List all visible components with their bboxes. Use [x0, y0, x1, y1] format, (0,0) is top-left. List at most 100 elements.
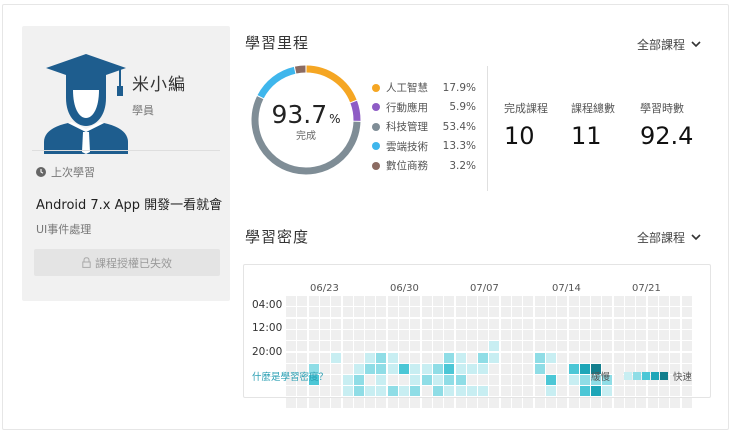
heatmap-cell: [342, 375, 353, 386]
heatmap-cell: [342, 352, 353, 363]
heatmap-cell: [613, 386, 624, 397]
heatmap-cell: [410, 318, 421, 329]
heatmap-cell: [579, 341, 590, 352]
heatmap-cell: [297, 329, 308, 340]
heatmap-cell: [658, 307, 669, 318]
heatmap-cell: [647, 397, 658, 408]
heatmap-cell: [512, 352, 522, 363]
heatmap-cell: [512, 341, 522, 352]
chevron-down-icon: [691, 234, 701, 241]
heatmap-cell: [523, 397, 534, 408]
user-name: 米小編: [132, 75, 186, 95]
license-expired-label: 課程授權已失效: [95, 256, 172, 270]
heatmap-cell: [444, 307, 455, 318]
heatmap-cell: [602, 341, 613, 352]
heatmap-cell: [444, 375, 455, 386]
heatmap-cell: [455, 296, 466, 306]
heatmap-cell: [466, 397, 477, 408]
legend-name: 數位商務: [386, 160, 428, 173]
time-label: 12:00: [252, 322, 283, 334]
heatmap-cell: [331, 341, 342, 352]
heatmap-cell: [376, 341, 387, 352]
heatmap-cell: [625, 397, 635, 408]
heatmap-cell: [489, 363, 500, 374]
heatmap-cell: [512, 375, 522, 386]
heatmap-cell: [421, 352, 432, 363]
license-expired-button[interactable]: 課程授權已失效: [34, 249, 220, 276]
heatmap-cell: [557, 352, 568, 363]
heatmap-cell: [399, 386, 409, 397]
heatmap-cell: [625, 341, 635, 352]
heatmap-cell: [681, 318, 692, 329]
milestone-filter-dropdown[interactable]: 全部課程: [637, 36, 701, 53]
heatmap-cell: [591, 329, 602, 340]
heatmap-cell: [387, 341, 398, 352]
heatmap-cell: [557, 329, 568, 340]
heatmap-cell: [342, 307, 353, 318]
heatmap-cell: [613, 341, 624, 352]
milestone-filter-label: 全部課程: [637, 38, 686, 52]
stat-total: 課程總數 11: [571, 100, 615, 150]
heatmap-cell: [466, 352, 477, 363]
heatmap-cell: [591, 341, 602, 352]
donut-slice: [294, 65, 306, 74]
heatmap-cell: [444, 386, 455, 397]
stat-completed-label: 完成課程: [504, 102, 548, 115]
heatmap-cell: [466, 296, 477, 306]
density-filter-dropdown[interactable]: 全部課程: [637, 229, 701, 246]
heatmap-cell: [681, 296, 692, 306]
heatmap-cell: [365, 318, 376, 329]
heatmap-cell: [681, 352, 692, 363]
heatmap-cell: [557, 375, 568, 386]
heatmap-cell: [421, 341, 432, 352]
heatmap-cell: [489, 397, 500, 408]
heatmap-cell: [387, 307, 398, 318]
card-divider: [32, 150, 220, 151]
heatmap-cell: [376, 318, 387, 329]
heatmap-cell: [500, 375, 511, 386]
heatmap-cell: [478, 296, 489, 306]
density-help-link[interactable]: 什麼是學習密度？: [252, 369, 328, 383]
legend-item: 科技管理 53.4%: [372, 117, 476, 137]
heatmap-cell: [432, 363, 443, 374]
heatmap-cell: [579, 397, 590, 408]
heatmap-cell: [568, 296, 579, 306]
heatmap-cell: [557, 397, 568, 408]
heatmap-cell: [670, 341, 681, 352]
heatmap-cell: [500, 307, 511, 318]
heatmap-cell: [568, 341, 579, 352]
heatmap-cell: [568, 375, 579, 386]
time-label: 04:00: [252, 299, 283, 311]
heatmap-cell: [534, 296, 545, 306]
heatmap-cell: [625, 329, 635, 340]
heatmap-cell: [319, 296, 330, 306]
heatmap-cell: [444, 318, 455, 329]
heatmap-cell: [353, 318, 364, 329]
heatmap-cell: [331, 386, 342, 397]
heatmap-cell: [410, 352, 421, 363]
heatmap-cell: [670, 386, 681, 397]
heatmap-cell: [670, 307, 681, 318]
heatmap-cell: [432, 386, 443, 397]
stat-hours-label: 學習時數: [640, 102, 684, 115]
heatmap-cell: [342, 397, 353, 408]
legend-dot-icon: [372, 103, 380, 112]
stat-total-label: 課程總數: [571, 102, 615, 115]
last-course-title[interactable]: Android 7.x App 開發一看就會: [36, 194, 222, 213]
heatmap-cell: [557, 296, 568, 306]
heatmap-cell: [636, 352, 647, 363]
heatmap-cell: [455, 318, 466, 329]
week-label: 07/14: [552, 283, 581, 294]
heatmap-cell: [342, 363, 353, 374]
heatmap-cell: [579, 329, 590, 340]
heatmap-cell: [625, 352, 635, 363]
heatmap-cell: [557, 307, 568, 318]
scale-swatch: [632, 372, 641, 380]
heatmap-cell: [455, 352, 466, 363]
legend-value: 3.2%: [449, 159, 476, 172]
heatmap-cell: [353, 307, 364, 318]
heatmap-cell: [681, 397, 692, 408]
heatmap-cell: [613, 318, 624, 329]
heatmap-cell: [331, 363, 342, 374]
heatmap-cell: [545, 307, 556, 318]
